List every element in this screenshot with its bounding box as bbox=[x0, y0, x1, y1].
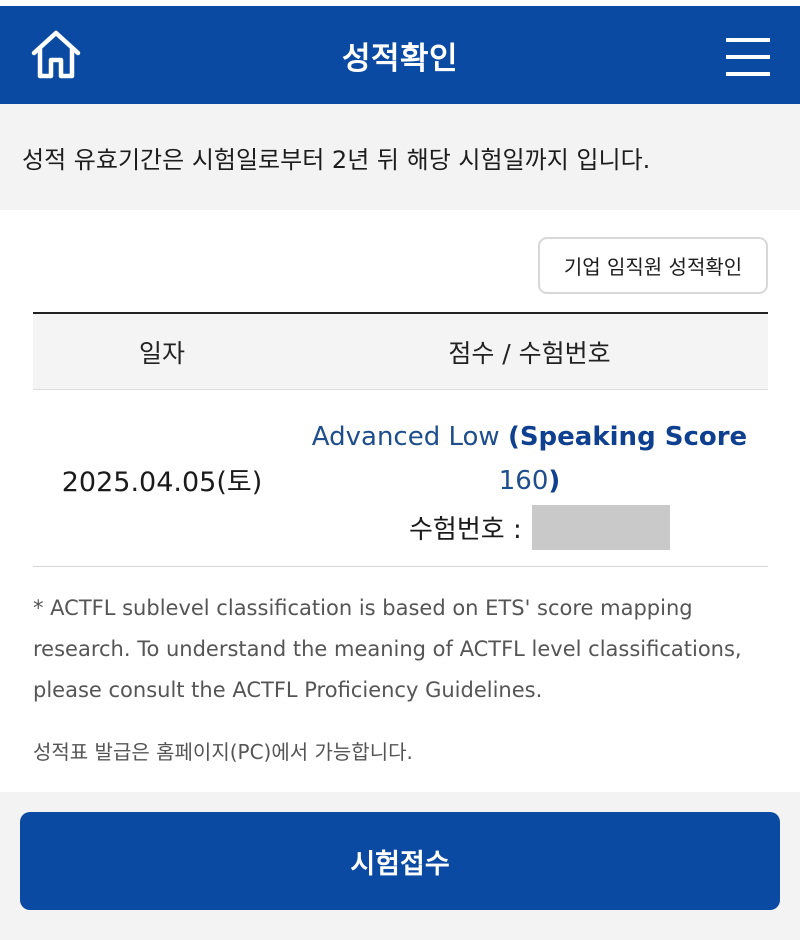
app-header: 성적확인 bbox=[0, 6, 800, 104]
table-row: 2025.04.05(토) Advanced Low (Speaking Sco… bbox=[33, 391, 768, 567]
score-detail-prefix: (Speaking Score bbox=[507, 422, 748, 452]
validity-notice: 성적 유효기간은 시험일로부터 2년 뒤 해당 시험일까지 입니다. bbox=[0, 104, 800, 210]
score-cell[interactable]: Advanced Low (Speaking Score 160) bbox=[291, 415, 768, 503]
score-detail-suffix: ) bbox=[548, 466, 561, 496]
pc-issue-note: 성적표 발급은 홈페이지(PC)에서 가능합니다. bbox=[33, 740, 413, 764]
apply-exam-button[interactable]: 시험접수 bbox=[20, 812, 780, 910]
home-icon[interactable] bbox=[28, 26, 84, 82]
test-date: 2025.04.05(토) bbox=[61, 466, 263, 498]
exam-number-redacted bbox=[531, 505, 670, 550]
exam-number-line: 수험번호 : bbox=[409, 505, 670, 550]
page-title: 성적확인 bbox=[341, 40, 459, 77]
menu-icon[interactable] bbox=[724, 36, 772, 78]
score-table-header: 일자 점수 / 수험번호 bbox=[33, 314, 768, 390]
column-header-score: 점수 / 수험번호 bbox=[448, 339, 611, 368]
score-level: Advanced Low bbox=[311, 422, 500, 452]
column-header-date: 일자 bbox=[138, 339, 185, 368]
validity-notice-text: 성적 유효기간은 시험일로부터 2년 뒤 해당 시험일까지 입니다. bbox=[22, 145, 651, 174]
actfl-footnote: * ACTFL sublevel classification is based… bbox=[33, 596, 742, 702]
exam-number-label: 수험번호 : bbox=[409, 515, 522, 545]
score-value: 160 bbox=[498, 466, 549, 496]
corporate-score-button[interactable]: 기업 임직원 성적확인 bbox=[538, 237, 768, 294]
